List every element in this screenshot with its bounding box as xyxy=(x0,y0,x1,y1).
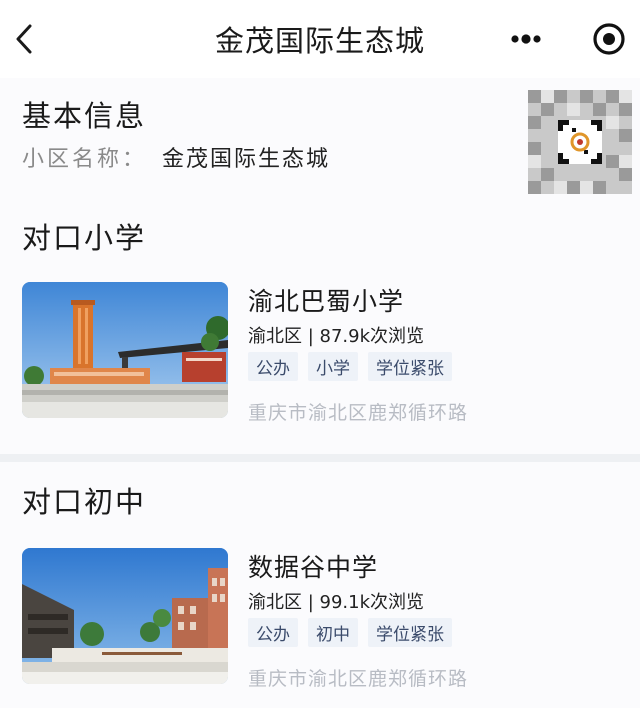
community-name-label: 小区名称： xyxy=(22,147,148,172)
primary-school-meta: 渝北区 | 87.9k次浏览 xyxy=(248,326,425,347)
basic-info-heading: 基本信息 xyxy=(22,99,147,133)
tag-level: 小学 xyxy=(308,352,358,381)
primary-school-item[interactable]: 渝北巴蜀小学 渝北区 | 87.9k次浏览 公办 小学 学位紧张 重庆市渝北区鹿… xyxy=(0,282,640,432)
tag-seats: 学位紧张 xyxy=(368,618,452,647)
info-card: 基本信息 小区名称： 金茂国际生态城 对口小学 渝北巴蜀小学 渝北区 | 87.… xyxy=(0,78,640,454)
primary-school-photo xyxy=(22,282,228,418)
primary-school-heading: 对口小学 xyxy=(22,221,147,255)
middle-school-address: 重庆市渝北区鹿郑循环路 xyxy=(248,668,469,690)
middle-school-tags: 公办 初中 学位紧张 xyxy=(248,618,452,647)
more-dots-icon[interactable] xyxy=(506,24,546,54)
primary-school-address: 重庆市渝北区鹿郑循环路 xyxy=(248,402,469,424)
qr-code-icon xyxy=(528,90,632,194)
tag-ownership: 公办 xyxy=(248,352,298,381)
primary-school-name: 渝北巴蜀小学 xyxy=(248,287,405,316)
community-name-row: 小区名称： 金茂国际生态城 xyxy=(22,141,328,173)
navigation-bar: 金茂国际生态城 xyxy=(0,0,640,78)
tag-seats: 学位紧张 xyxy=(368,352,452,381)
middle-school-name: 数据谷中学 xyxy=(248,553,379,582)
middle-school-card: 对口初中 数据谷中学 渝北区 | 99.1k次浏览 公办 初中 学位紧张 重庆市… xyxy=(0,462,640,708)
qr-code-thumbnail[interactable] xyxy=(528,90,632,194)
middle-school-meta: 渝北区 | 99.1k次浏览 xyxy=(248,592,425,613)
target-icon[interactable] xyxy=(590,20,628,58)
middle-school-photo xyxy=(22,548,228,684)
tag-level: 初中 xyxy=(308,618,358,647)
tag-ownership: 公办 xyxy=(248,618,298,647)
primary-school-tags: 公办 小学 学位紧张 xyxy=(248,352,452,381)
middle-school-item[interactable]: 数据谷中学 渝北区 | 99.1k次浏览 公办 初中 学位紧张 重庆市渝北区鹿郑… xyxy=(0,548,640,698)
community-name-value: 金茂国际生态城 xyxy=(162,147,331,172)
middle-school-heading: 对口初中 xyxy=(22,485,147,519)
